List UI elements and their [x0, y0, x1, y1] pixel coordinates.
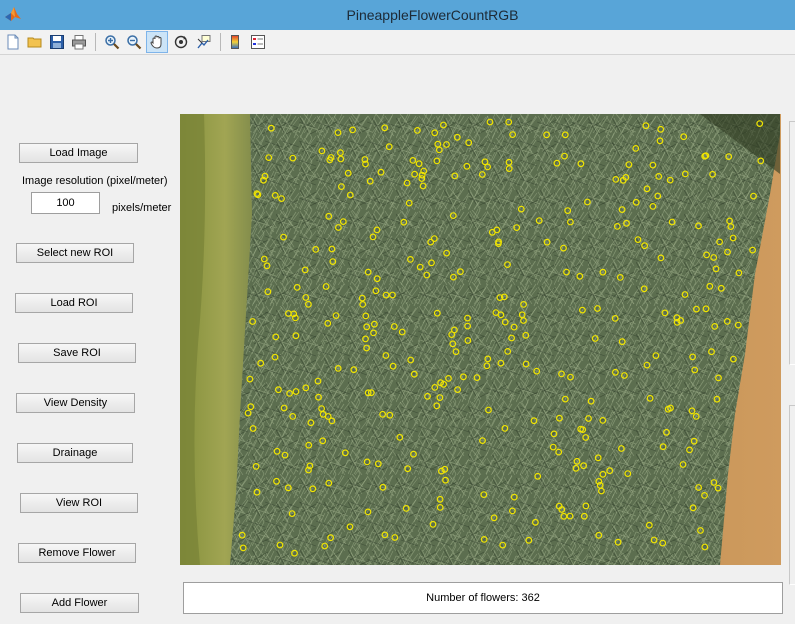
legend-icon[interactable]: [247, 31, 269, 53]
add-flower-button[interactable]: Add Flower: [20, 593, 139, 613]
flower-count-text: Number of flowers: 362: [426, 592, 540, 604]
pineapple-field-image[interactable]: [180, 114, 781, 565]
zoom-out-icon[interactable]: [123, 31, 145, 53]
open-folder-icon[interactable]: [24, 31, 46, 53]
save-icon[interactable]: [46, 31, 68, 53]
pineapple-canopy-texture: [230, 114, 780, 565]
toolbar-separator: [220, 33, 221, 51]
drainage-button[interactable]: Drainage: [17, 443, 133, 463]
new-file-icon[interactable]: [2, 31, 24, 53]
figure-toolbar: [0, 30, 795, 55]
load-image-button[interactable]: Load Image: [19, 143, 138, 163]
view-density-button[interactable]: View Density: [16, 393, 135, 413]
side-panel-frame: [789, 405, 795, 585]
flower-count-display: Number of flowers: 362: [183, 582, 783, 614]
data-cursor-icon[interactable]: [193, 31, 215, 53]
select-roi-button[interactable]: Select new ROI: [16, 243, 134, 263]
title-bar: PineappleFlowerCountRGB: [0, 0, 795, 30]
zoom-in-icon[interactable]: [101, 31, 123, 53]
pan-hand-icon[interactable]: [146, 31, 168, 53]
window-title: PineappleFlowerCountRGB: [346, 7, 519, 23]
view-roi-button[interactable]: View ROI: [20, 493, 138, 513]
load-roi-button[interactable]: Load ROI: [15, 293, 133, 313]
print-icon[interactable]: [68, 31, 90, 53]
remove-flower-button[interactable]: Remove Flower: [18, 543, 136, 563]
toolbar-separator: [95, 33, 96, 51]
side-panel-frame: [789, 121, 795, 365]
resolution-input[interactable]: 100: [31, 192, 100, 214]
field-image-axes[interactable]: [180, 114, 781, 565]
rotate-3d-icon[interactable]: [170, 31, 192, 53]
save-roi-button[interactable]: Save ROI: [18, 343, 136, 363]
resolution-label: Image resolution (pixel/meter): [22, 175, 168, 187]
colorbar-icon[interactable]: [224, 31, 246, 53]
resolution-unit-label: pixels/meter: [112, 202, 172, 214]
